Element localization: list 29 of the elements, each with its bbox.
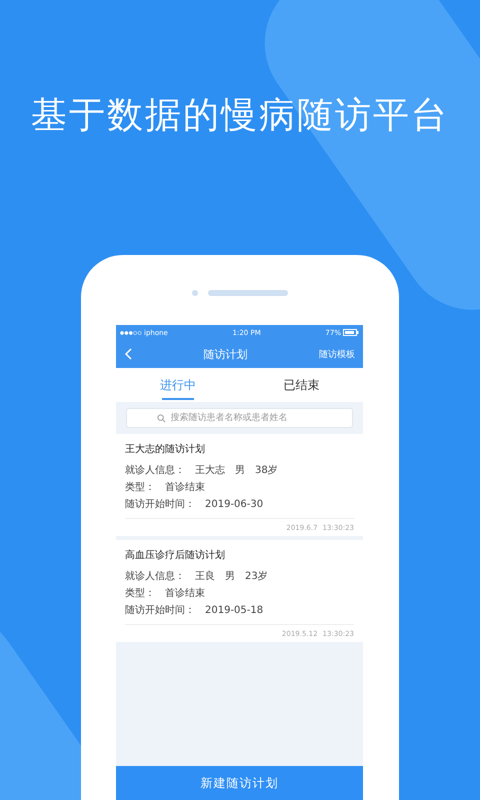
back-icon[interactable] <box>124 348 132 360</box>
patient-info: 男 <box>235 464 245 478</box>
type-value: 首诊结束 <box>165 480 205 495</box>
nav-title: 随访计划 <box>204 346 248 362</box>
patient-info: 王大志 <box>195 464 225 478</box>
type-value: 首诊结束 <box>165 586 205 601</box>
tab[interactable]: 已结束 <box>240 368 363 402</box>
battery-icon <box>342 329 359 336</box>
patient-label: 就诊人信息： <box>125 570 185 584</box>
patient-info: 23岁 <box>245 570 268 584</box>
plan-title: 王大志的随访计划 <box>125 442 206 456</box>
headline: 基于数据的慢病随访平台 <box>31 94 449 138</box>
search-field[interactable]: 搜索随访患者名称或患者姓名 <box>126 408 353 428</box>
start-label: 随访开始时间： <box>125 604 195 618</box>
search-input[interactable]: 搜索随访患者名称或患者姓名 <box>168 412 322 424</box>
patient-info: 男 <box>225 570 235 584</box>
start-label: 随访开始时间： <box>125 498 195 512</box>
patient-label: 就诊人信息： <box>125 464 185 478</box>
type-label: 类型： <box>125 480 155 495</box>
search-icon <box>156 414 166 422</box>
type-label: 类型： <box>125 586 155 601</box>
plan-title: 高血压诊疗后随访计划 <box>125 548 226 562</box>
speaker-icon <box>208 290 288 296</box>
signal-icon <box>120 330 142 334</box>
start-date: 2019-05-18 <box>205 604 264 618</box>
patient-info: 38岁 <box>255 464 278 478</box>
patient-info: 王良 <box>195 570 215 584</box>
start-date: 2019-06-30 <box>205 498 264 512</box>
camera-icon <box>192 290 198 296</box>
